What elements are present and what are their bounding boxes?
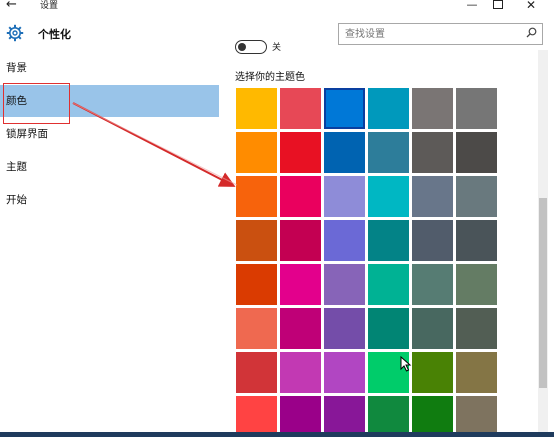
color-swatch[interactable] <box>324 88 365 129</box>
color-swatch[interactable] <box>324 396 365 437</box>
color-swatch[interactable] <box>412 132 453 173</box>
close-button[interactable]: ✕ <box>521 0 541 12</box>
window-title: 设置 <box>40 1 59 11</box>
color-swatch[interactable] <box>236 88 277 129</box>
color-swatch[interactable] <box>324 220 365 261</box>
color-swatch[interactable] <box>456 88 497 129</box>
color-swatch[interactable] <box>412 220 453 261</box>
color-swatch[interactable] <box>368 132 409 173</box>
color-swatch[interactable] <box>456 220 497 261</box>
color-swatch[interactable] <box>236 132 277 173</box>
color-swatch[interactable] <box>324 132 365 173</box>
title-bar: ← 设置 — ✕ <box>0 0 554 14</box>
color-swatch[interactable] <box>280 396 321 437</box>
color-swatch[interactable] <box>280 308 321 349</box>
color-swatch[interactable] <box>456 308 497 349</box>
search-input[interactable] <box>339 24 519 44</box>
color-swatch[interactable] <box>368 264 409 305</box>
sidebar-item-lock-screen[interactable]: 锁屏界面 <box>0 118 219 150</box>
gear-icon-graphic <box>6 24 24 42</box>
scrollbar[interactable] <box>538 50 548 437</box>
color-swatch[interactable] <box>324 264 365 305</box>
sidebar-item-start[interactable]: 开始 <box>0 184 219 216</box>
color-swatch[interactable] <box>412 88 453 129</box>
search-icon[interactable] <box>526 27 537 41</box>
color-swatch[interactable] <box>412 308 453 349</box>
color-swatch[interactable] <box>456 352 497 393</box>
color-swatch[interactable] <box>236 220 277 261</box>
color-swatch[interactable] <box>236 176 277 217</box>
back-arrow-icon[interactable]: ← <box>6 0 17 12</box>
color-swatch[interactable] <box>280 88 321 129</box>
color-swatch[interactable] <box>236 264 277 305</box>
accent-color-heading: 选择你的主题色 <box>235 72 305 83</box>
taskbar-strip <box>0 432 554 437</box>
color-swatch[interactable] <box>368 308 409 349</box>
gear-icon <box>6 24 24 42</box>
color-swatch[interactable] <box>368 176 409 217</box>
color-swatch[interactable] <box>412 396 453 437</box>
color-swatch[interactable] <box>368 220 409 261</box>
sidebar-item-themes[interactable]: 主题 <box>0 151 219 183</box>
settings-window: ← 设置 — ✕ 个性化 背景 颜色 锁屏界面 主题 开始 查找设置 关 选择你… <box>0 0 554 437</box>
maximize-button[interactable] <box>493 0 503 9</box>
sidebar-item-colors[interactable]: 颜色 <box>0 85 219 117</box>
toggle-switch[interactable] <box>235 40 267 54</box>
color-swatch[interactable] <box>324 352 365 393</box>
color-swatch[interactable] <box>368 396 409 437</box>
color-swatch[interactable] <box>280 176 321 217</box>
color-swatch[interactable] <box>412 352 453 393</box>
color-swatch[interactable] <box>456 264 497 305</box>
search-box[interactable] <box>338 23 543 45</box>
section-title: 个性化 <box>38 28 71 41</box>
color-swatch[interactable] <box>280 132 321 173</box>
accent-color-grid <box>236 88 500 437</box>
color-swatch[interactable] <box>412 176 453 217</box>
scrollbar-thumb[interactable] <box>539 198 547 388</box>
search-icon-graphic <box>526 27 537 38</box>
toggle-state-label: 关 <box>272 43 282 53</box>
color-swatch[interactable] <box>280 264 321 305</box>
color-swatch[interactable] <box>280 352 321 393</box>
color-swatch[interactable] <box>368 88 409 129</box>
color-swatch[interactable] <box>412 264 453 305</box>
color-swatch[interactable] <box>456 176 497 217</box>
color-swatch[interactable] <box>236 396 277 437</box>
color-swatch[interactable] <box>324 308 365 349</box>
sidebar-item-background[interactable]: 背景 <box>0 52 219 84</box>
color-swatch[interactable] <box>236 352 277 393</box>
color-swatch[interactable] <box>456 132 497 173</box>
color-swatch[interactable] <box>236 308 277 349</box>
color-swatch[interactable] <box>368 352 409 393</box>
minimize-button[interactable]: — <box>462 0 482 11</box>
sidebar: 个性化 背景 颜色 锁屏界面 主题 开始 <box>0 14 219 437</box>
color-swatch[interactable] <box>280 220 321 261</box>
color-swatch[interactable] <box>456 396 497 437</box>
color-swatch[interactable] <box>324 176 365 217</box>
